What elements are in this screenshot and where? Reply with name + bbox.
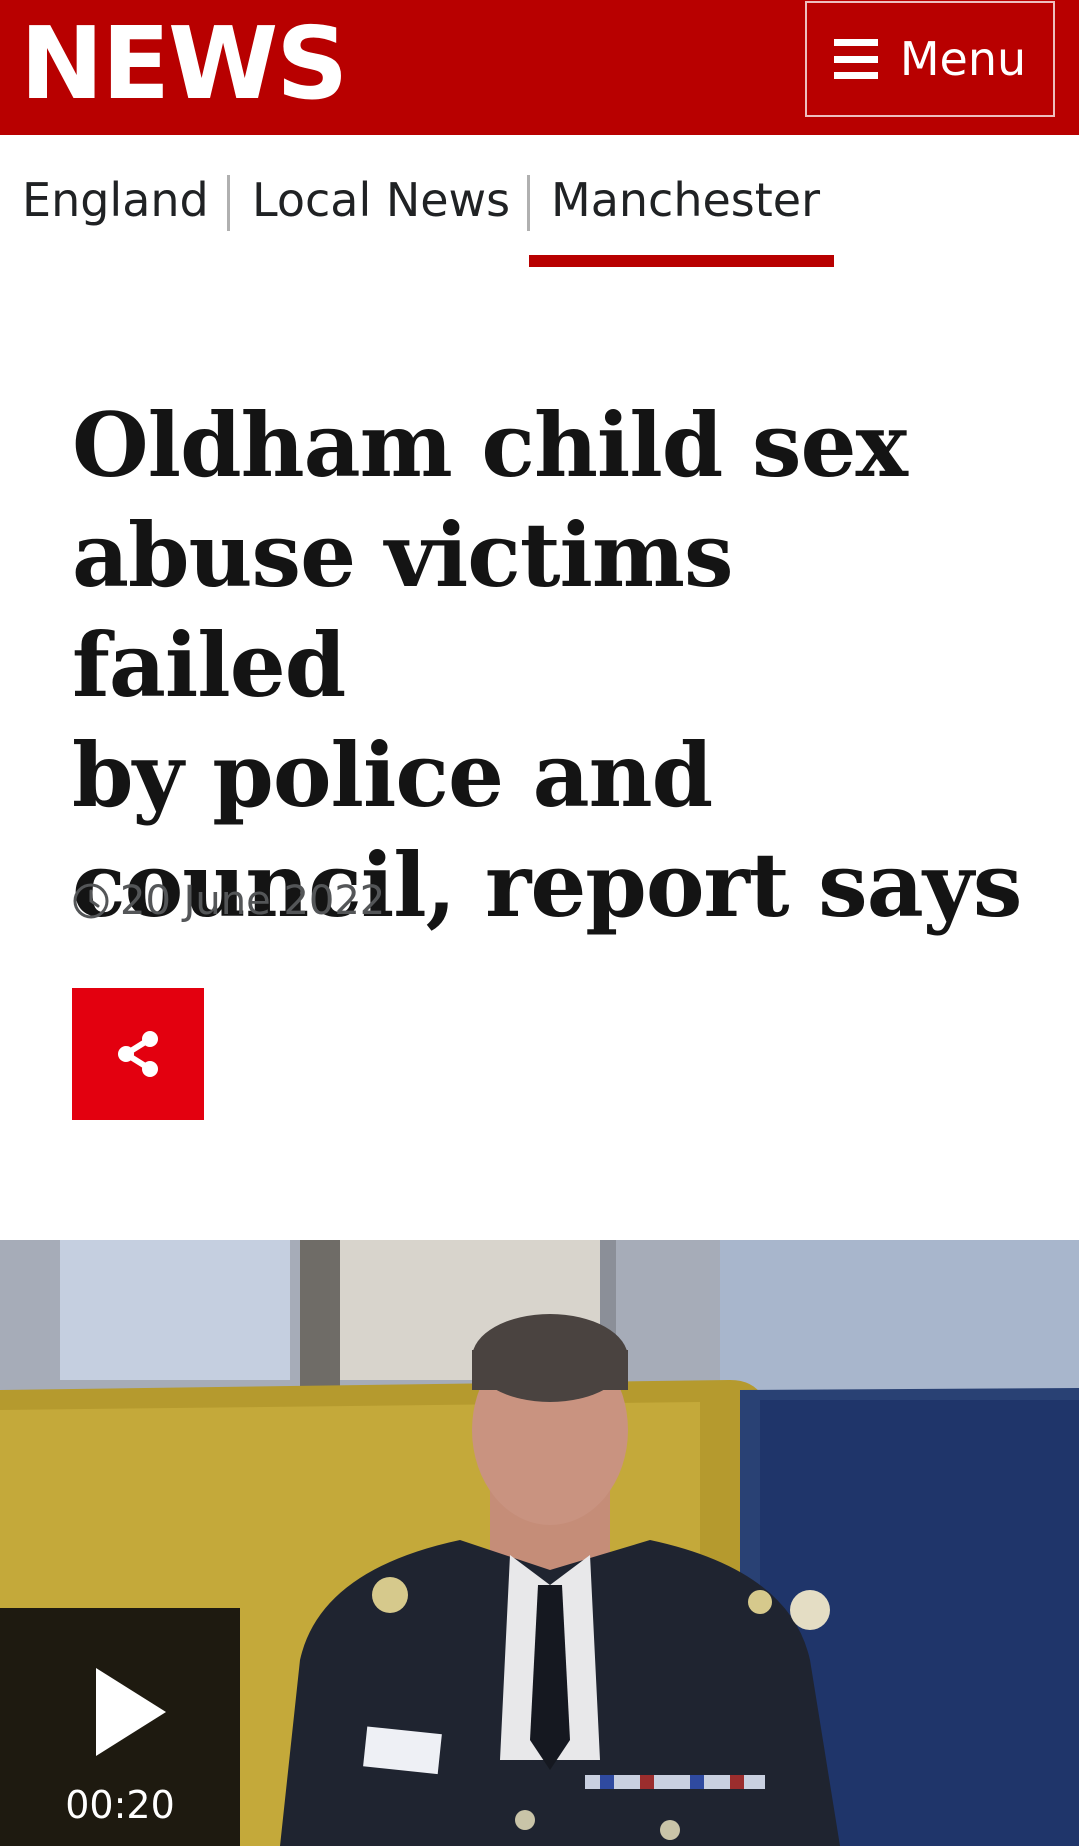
- article-headline: Oldham child sex abuse victims failed by…: [72, 390, 1032, 940]
- nav-divider: [527, 175, 530, 231]
- hamburger-icon: [833, 39, 878, 79]
- headline-line: Oldham child sex: [72, 393, 908, 497]
- article-date: 20 June 2022: [72, 876, 385, 926]
- nav-divider: [227, 175, 230, 231]
- nav-item-local-news[interactable]: Local News: [252, 173, 510, 227]
- headline-line: abuse victims failed: [72, 503, 734, 717]
- top-bar: NEWS Menu: [0, 0, 1079, 135]
- clock-icon: [73, 883, 109, 919]
- headline-line: by police and: [72, 723, 713, 827]
- nav-item-manchester[interactable]: Manchester: [551, 173, 820, 227]
- menu-button[interactable]: Menu: [805, 1, 1055, 117]
- play-icon: [96, 1668, 166, 1756]
- section-nav: England Local News Manchester: [0, 135, 1079, 275]
- active-nav-indicator: [529, 255, 834, 267]
- menu-label: Menu: [899, 32, 1027, 86]
- video-duration: 00:20: [65, 1783, 175, 1827]
- share-icon: [118, 1031, 158, 1077]
- share-button[interactable]: [72, 988, 204, 1120]
- date-text: 20 June 2022: [120, 878, 386, 924]
- play-button[interactable]: 00:20: [0, 1608, 240, 1846]
- news-logo[interactable]: NEWS: [20, 4, 348, 124]
- nav-item-england[interactable]: England: [22, 173, 209, 227]
